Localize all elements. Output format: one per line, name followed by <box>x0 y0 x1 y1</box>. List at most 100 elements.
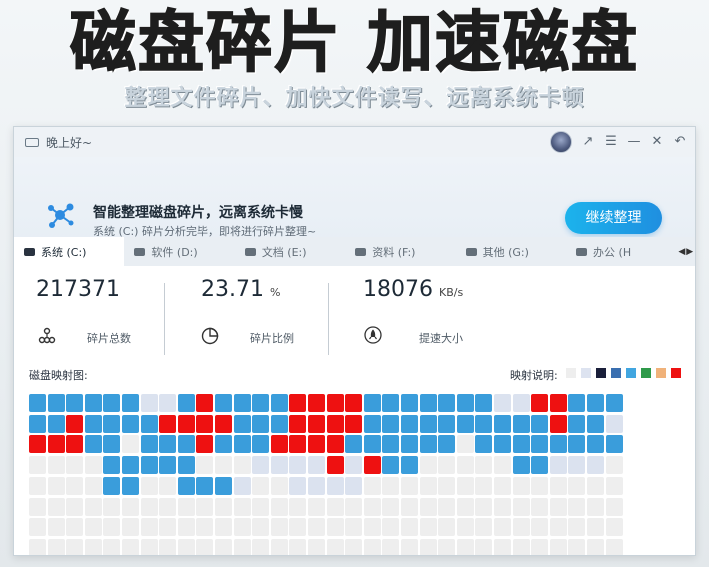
map-cell <box>48 477 65 495</box>
map-cell <box>141 435 158 453</box>
map-cell <box>457 518 474 536</box>
map-cell <box>29 477 46 495</box>
map-cell <box>271 435 288 453</box>
map-cell <box>85 415 102 433</box>
map-cell <box>271 456 288 474</box>
map-cell <box>48 539 65 555</box>
map-cell <box>122 394 139 412</box>
share-icon[interactable]: ↗ <box>581 135 595 149</box>
avatar[interactable] <box>550 131 572 153</box>
menu-icon[interactable]: ☰ <box>604 135 618 149</box>
map-cell <box>513 456 530 474</box>
drive-icon <box>244 247 256 256</box>
map-cell <box>85 498 102 516</box>
map-cell <box>327 539 344 555</box>
map-cell <box>85 539 102 555</box>
scroll-left-icon[interactable]: ◀ <box>678 247 685 257</box>
map-cell <box>271 394 288 412</box>
map-cell <box>457 477 474 495</box>
map-cell <box>122 477 139 495</box>
map-cell <box>308 435 325 453</box>
map-cell <box>308 518 325 536</box>
map-cell <box>48 415 65 433</box>
tab-drive[interactable]: 系统 (C:) <box>14 237 125 266</box>
minimize-icon[interactable]: — <box>627 135 641 149</box>
map-cell <box>568 518 585 536</box>
tab-label: 系统 (C:) <box>41 245 87 259</box>
map-cell <box>606 477 623 495</box>
map-cell <box>457 415 474 433</box>
map-cell <box>475 435 492 453</box>
map-cell <box>215 539 232 555</box>
map-cell <box>66 415 83 433</box>
map-cell <box>364 539 381 555</box>
tab-label: 资料 (F:) <box>372 245 416 259</box>
map-cell <box>103 477 120 495</box>
tab-drive[interactable]: 办公 (H <box>566 237 676 266</box>
back-icon[interactable]: ↶ <box>673 135 687 149</box>
map-cell <box>587 498 604 516</box>
map-cell <box>66 477 83 495</box>
map-cell <box>196 415 213 433</box>
legend-swatch <box>596 368 606 378</box>
map-cell <box>196 498 213 516</box>
map-cell <box>420 477 437 495</box>
map-cell <box>308 456 325 474</box>
map-cell <box>141 477 158 495</box>
map-cell <box>401 477 418 495</box>
map-cell <box>85 518 102 536</box>
tab-drive[interactable]: 软件 (D:) <box>124 237 234 266</box>
map-cell <box>438 435 455 453</box>
map-cell <box>438 415 455 433</box>
map-cell <box>122 415 139 433</box>
map-cell <box>550 477 567 495</box>
tab-drive[interactable]: 文档 (E:) <box>235 237 345 266</box>
map-cell <box>159 456 176 474</box>
map-cell <box>382 477 399 495</box>
map-cell <box>401 435 418 453</box>
map-cell <box>234 518 251 536</box>
map-cell <box>345 394 362 412</box>
map-cell <box>289 518 306 536</box>
map-cell <box>438 456 455 474</box>
drive-icon <box>355 247 367 256</box>
map-cell <box>513 415 530 433</box>
map-legend <box>566 368 681 378</box>
map-cell <box>606 518 623 536</box>
map-cell <box>178 456 195 474</box>
map-cell <box>289 394 306 412</box>
map-cell <box>438 498 455 516</box>
map-cell <box>345 518 362 536</box>
banner-title: 磁盘碎片 加速磁盘 <box>69 3 639 82</box>
map-cell <box>513 435 530 453</box>
map-cell <box>196 477 213 495</box>
map-cell <box>48 518 65 536</box>
map-cell <box>531 415 548 433</box>
map-cell <box>196 394 213 412</box>
map-cell <box>234 394 251 412</box>
legend-swatch <box>581 368 591 378</box>
map-cell <box>66 539 83 555</box>
fragment-ratio-label: 碎片比例 <box>250 332 294 345</box>
stat-ratio: 23.71% 碎片比例 <box>166 271 328 359</box>
map-cell <box>606 456 623 474</box>
map-cell <box>494 539 511 555</box>
scroll-right-icon[interactable]: ▶ <box>686 247 693 257</box>
map-cell <box>85 435 102 453</box>
map-cell <box>178 518 195 536</box>
tab-drive[interactable]: 资料 (F:) <box>345 237 455 266</box>
close-icon[interactable]: ✕ <box>650 135 664 149</box>
disk-map-title: 磁盘映射图: <box>29 369 88 382</box>
map-cell <box>587 456 604 474</box>
map-cell <box>215 498 232 516</box>
map-cell <box>494 477 511 495</box>
continue-button[interactable]: 继续整理 <box>565 202 662 234</box>
tab-scroll-arrows[interactable]: ◀ ▶ <box>676 237 695 266</box>
map-cell <box>308 394 325 412</box>
map-cell <box>48 456 65 474</box>
map-cell <box>66 498 83 516</box>
map-cell <box>420 498 437 516</box>
stat-speed: 18076 KB/s 提速大小 <box>330 271 530 359</box>
speed-label: 提速大小 <box>419 332 463 345</box>
tab-drive[interactable]: 其他 (G:) <box>456 237 566 266</box>
